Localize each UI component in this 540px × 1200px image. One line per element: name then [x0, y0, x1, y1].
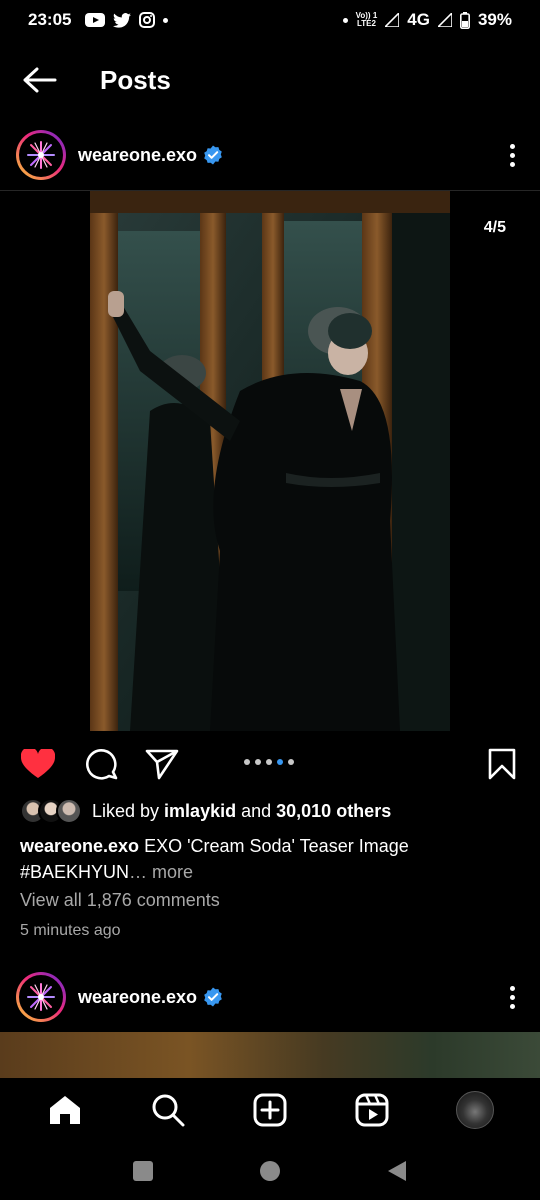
likes-summary[interactable]: Liked by imlaykid and 30,010 others — [20, 798, 391, 824]
back-system-button[interactable] — [377, 1151, 417, 1191]
post-caption: weareone.exo EXO 'Cream Soda' Teaser Ima… — [20, 833, 520, 885]
post-username[interactable]: weareone.exo — [78, 145, 197, 166]
post-photo — [90, 191, 450, 731]
bookmark-icon — [488, 748, 516, 780]
recents-button[interactable] — [123, 1151, 163, 1191]
media-counter: 4/5 — [483, 219, 506, 236]
youtube-icon — [85, 13, 106, 27]
triangle-back-icon — [387, 1161, 406, 1181]
post-actions — [0, 738, 540, 790]
carousel-dot — [255, 759, 261, 765]
wifi-signal-icon — [385, 13, 400, 27]
like-button[interactable] — [18, 746, 58, 782]
carousel-dot — [244, 759, 250, 765]
nav-home[interactable] — [37, 1082, 93, 1138]
next-post-header: weareone.exo — [0, 966, 540, 1028]
carousel-dot-active — [277, 759, 283, 765]
heart-icon — [21, 749, 55, 778]
battery-icon — [459, 11, 470, 29]
more-options-button[interactable] — [500, 135, 524, 175]
caption-hashtag[interactable]: #BAEKHYUN — [20, 862, 129, 882]
dot-icon — [342, 17, 348, 23]
more-options-button[interactable] — [500, 977, 524, 1017]
post-timestamp: 5 minutes ago — [20, 922, 121, 939]
carousel-indicator — [244, 759, 294, 765]
arrow-left-icon — [23, 67, 57, 93]
battery-percent: 39% — [477, 10, 512, 29]
page-title: Posts — [100, 64, 171, 95]
carousel-dot — [266, 759, 272, 765]
next-post-username[interactable]: weareone.exo — [78, 987, 197, 1008]
nav-create[interactable] — [242, 1082, 298, 1138]
twitter-icon — [113, 12, 132, 28]
reels-icon — [355, 1093, 389, 1127]
save-button[interactable] — [482, 746, 522, 782]
cell-signal-icon — [437, 13, 452, 27]
caption-ellipsis: … — [129, 862, 148, 882]
back-button[interactable] — [0, 52, 80, 108]
comment-button[interactable] — [82, 746, 122, 782]
notification-dot-icon — [163, 17, 169, 23]
caption-username[interactable]: weareone.exo — [20, 836, 139, 856]
avatar[interactable] — [16, 972, 66, 1022]
send-icon — [145, 749, 179, 780]
status-bar: 23:05 Vo)) 1 LTE2 4G 39% — [0, 0, 540, 40]
likes-others[interactable]: 30,010 others — [276, 801, 391, 822]
network-label: 4G — [407, 10, 430, 29]
lte-label: LTE2 — [356, 19, 376, 28]
share-button[interactable] — [142, 746, 182, 782]
app-header: Posts — [0, 52, 540, 108]
likes-user[interactable]: imlaykid — [164, 801, 236, 822]
create-icon — [253, 1093, 287, 1127]
likes-connector: and — [236, 800, 277, 821]
search-icon — [152, 1094, 185, 1127]
view-comments-link[interactable]: View all 1,876 comments — [20, 890, 220, 911]
liker-avatar — [56, 798, 82, 824]
home-system-button[interactable] — [250, 1151, 290, 1191]
burst-logo-icon — [27, 983, 55, 1011]
verified-badge-icon — [203, 145, 223, 165]
status-time: 23:05 — [28, 10, 72, 29]
post-media[interactable]: 4/5 — [0, 191, 540, 731]
burst-logo-icon — [27, 141, 55, 169]
square-icon — [133, 1161, 154, 1181]
instagram-icon — [139, 12, 156, 28]
verified-badge-icon — [203, 987, 223, 1007]
home-icon — [50, 1096, 81, 1124]
nav-reels[interactable] — [344, 1082, 400, 1138]
bottom-nav — [0, 1078, 540, 1142]
likes-prefix: Liked by — [92, 800, 165, 821]
profile-avatar — [455, 1091, 494, 1129]
nav-search[interactable] — [140, 1082, 196, 1138]
volte-indicator: Vo)) 1 LTE2 — [356, 12, 378, 28]
caption-more-link[interactable]: more — [147, 862, 193, 882]
caption-text: EXO 'Cream Soda' Teaser Image — [139, 836, 409, 856]
avatar[interactable] — [16, 130, 66, 180]
post-header: weareone.exo — [0, 124, 540, 186]
next-post-photo[interactable] — [0, 1032, 540, 1080]
comment-icon — [86, 749, 118, 780]
carousel-dot — [288, 759, 294, 765]
circle-icon — [259, 1161, 280, 1181]
liker-avatars — [20, 798, 82, 824]
nav-profile[interactable] — [447, 1082, 503, 1138]
system-nav-bar — [0, 1142, 540, 1200]
